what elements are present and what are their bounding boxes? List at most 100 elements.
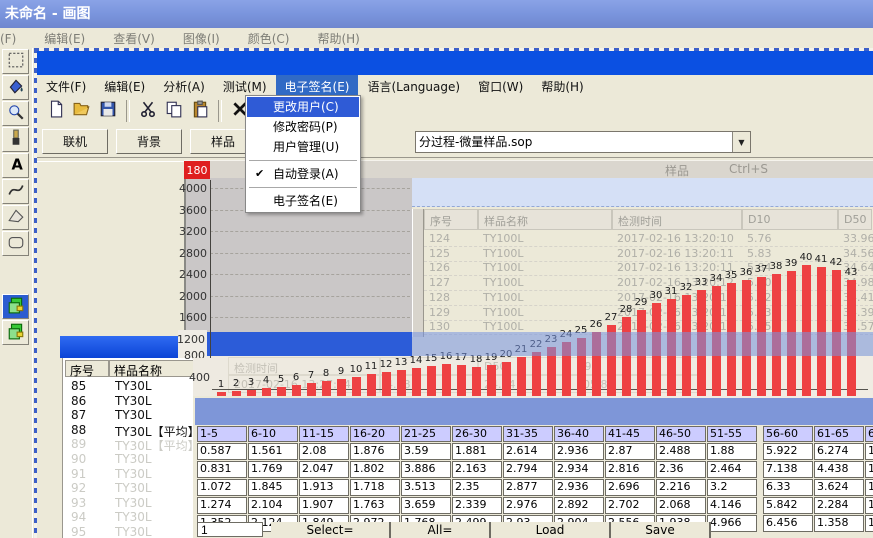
- toolbar-button-save[interactable]: [96, 99, 120, 123]
- grid-cell[interactable]: 5.922: [763, 443, 813, 460]
- grid-cell[interactable]: 3.624: [814, 479, 864, 496]
- grid-cell[interactable]: 6.274: [814, 443, 864, 460]
- grid-cell[interactable]: 0.831: [197, 461, 247, 478]
- grid-cell[interactable]: 2.08: [299, 443, 349, 460]
- chevron-down-icon[interactable]: ▼: [732, 132, 750, 152]
- paint-tool-magnifier[interactable]: [2, 101, 29, 126]
- grid-cell[interactable]: 1.769: [248, 461, 298, 478]
- toolbar-button-cut[interactable]: [136, 99, 160, 123]
- dropdown-item-2[interactable]: 用户管理(U): [247, 137, 359, 157]
- sop-combobox[interactable]: 分过程-微量样品.sop ▼: [415, 131, 751, 153]
- grid-cell[interactable]: 3.659: [401, 497, 451, 514]
- paint-tool-cube-selected[interactable]: [2, 294, 29, 319]
- paint-tool-select[interactable]: [2, 49, 29, 74]
- toolbar-button-paste[interactable]: [188, 99, 212, 123]
- grid-cell[interactable]: 1.561: [248, 443, 298, 460]
- app-menu-item-7[interactable]: 帮助(H): [532, 75, 592, 98]
- grid-cell[interactable]: 2.163: [452, 461, 502, 478]
- grid-cell[interactable]: 2.488: [656, 443, 706, 460]
- grid-cell[interactable]: 1.88: [707, 443, 757, 460]
- grid-cell[interactable]: 1.876: [350, 443, 400, 460]
- grid-cell[interactable]: 1.845: [248, 479, 298, 496]
- grid-cell[interactable]: 1: [865, 461, 873, 478]
- mode-button-0[interactable]: 联机: [42, 129, 108, 154]
- dropdown-item-6[interactable]: 电子签名(E): [247, 191, 359, 211]
- paint-menu-item-3[interactable]: 图像(I): [169, 30, 234, 47]
- grid-cell[interactable]: 2.87: [605, 443, 655, 460]
- grid-cell[interactable]: 2.36: [656, 461, 706, 478]
- grid-cell[interactable]: 2.934: [554, 461, 604, 478]
- footer-button-all[interactable]: All=: [391, 522, 491, 538]
- grid-cell[interactable]: 3.886: [401, 461, 451, 478]
- paint-tool-polygon[interactable]: [2, 205, 29, 230]
- grid-cell[interactable]: 2.464: [707, 461, 757, 478]
- dropdown-item-0[interactable]: 更改用户(C): [247, 97, 359, 117]
- grid-cell[interactable]: 1: [865, 443, 873, 460]
- paint-menu-item-5[interactable]: 帮助(H): [303, 30, 373, 47]
- grid-cell[interactable]: 1.907: [299, 497, 349, 514]
- toolbar-button-copy[interactable]: [162, 99, 186, 123]
- grid-cell[interactable]: 2.104: [248, 497, 298, 514]
- grid-cell[interactable]: 2.936: [554, 443, 604, 460]
- grid-cell[interactable]: 2.976: [503, 497, 553, 514]
- sample-list-titlebar[interactable]: [60, 336, 195, 358]
- toolbar-button-new[interactable]: [44, 99, 68, 123]
- paint-tool-curve[interactable]: [2, 179, 29, 204]
- grid-cell[interactable]: 1.718: [350, 479, 400, 496]
- grid-cell[interactable]: 4.146: [707, 497, 757, 514]
- grid-cell[interactable]: 1: [865, 479, 873, 496]
- paint-tool-rounded-rect[interactable]: [2, 231, 29, 256]
- grid-cell[interactable]: 1.913: [299, 479, 349, 496]
- paint-tool-brush[interactable]: [2, 127, 29, 152]
- paint-tool-cube[interactable]: [2, 320, 29, 345]
- paint-menu-item-1[interactable]: 编辑(E): [30, 30, 99, 47]
- grid-cell[interactable]: 2.877: [503, 479, 553, 496]
- grid-cell[interactable]: 3.513: [401, 479, 451, 496]
- grid-cell[interactable]: 2.816: [605, 461, 655, 478]
- grid-cell[interactable]: 7.138: [763, 461, 813, 478]
- grid-cell[interactable]: 2.936: [554, 479, 604, 496]
- count-input[interactable]: [197, 522, 263, 537]
- paint-menu-item-4[interactable]: 颜色(C): [234, 30, 304, 47]
- grid-cell[interactable]: 1: [865, 497, 873, 514]
- grid-cell[interactable]: 2.047: [299, 461, 349, 478]
- grid-cell[interactable]: 2.35: [452, 479, 502, 496]
- grid-cell[interactable]: 1.072: [197, 479, 247, 496]
- paint-tool-text[interactable]: A: [2, 153, 29, 178]
- grid-cell[interactable]: 6.33: [763, 479, 813, 496]
- grid-cell[interactable]: 1.802: [350, 461, 400, 478]
- dropdown-item-4[interactable]: 自动登录(A)✔: [247, 164, 359, 184]
- app-menu-item-1[interactable]: 编辑(E): [95, 75, 154, 98]
- paint-tool-fill[interactable]: [2, 75, 29, 100]
- footer-button-save[interactable]: Save: [611, 522, 711, 538]
- paint-menu-item-2[interactable]: 查看(V): [99, 30, 169, 47]
- grid-cell[interactable]: 4.438: [814, 461, 864, 478]
- vertical-scrollbar[interactable]: [412, 209, 424, 337]
- grid-cell[interactable]: 1.881: [452, 443, 502, 460]
- paint-menu-item-0[interactable]: 文件(F): [0, 30, 30, 47]
- grid-cell[interactable]: 2.696: [605, 479, 655, 496]
- grid-cell[interactable]: 2.216: [656, 479, 706, 496]
- grid-cell[interactable]: 2.794: [503, 461, 553, 478]
- footer-button-load[interactable]: Load: [491, 522, 611, 538]
- grid-cell[interactable]: 2.702: [605, 497, 655, 514]
- footer-button-select[interactable]: Select=: [271, 522, 391, 538]
- dropdown-item-1[interactable]: 修改密码(P): [247, 117, 359, 137]
- grid-cell[interactable]: 1.763: [350, 497, 400, 514]
- mode-button-1[interactable]: 背景: [116, 129, 182, 154]
- app-menu-item-0[interactable]: 文件(F): [37, 75, 95, 98]
- grid-cell[interactable]: 3.2: [707, 479, 757, 496]
- grid-cell[interactable]: 2.892: [554, 497, 604, 514]
- app-menu-item-2[interactable]: 分析(A): [154, 75, 214, 98]
- app-menu-item-5[interactable]: 语言(Language): [358, 75, 469, 98]
- app-menu-item-6[interactable]: 窗口(W): [469, 75, 532, 98]
- grid-cell[interactable]: 5.842: [763, 497, 813, 514]
- grid-cell[interactable]: 3.59: [401, 443, 451, 460]
- toolbar-button-open[interactable]: [70, 99, 94, 123]
- grid-cell[interactable]: 2.284: [814, 497, 864, 514]
- grid-cell[interactable]: 2.068: [656, 497, 706, 514]
- grid-cell[interactable]: 0.587: [197, 443, 247, 460]
- grid-cell[interactable]: 2.614: [503, 443, 553, 460]
- grid-cell[interactable]: 2.339: [452, 497, 502, 514]
- grid-cell[interactable]: 1.274: [197, 497, 247, 514]
